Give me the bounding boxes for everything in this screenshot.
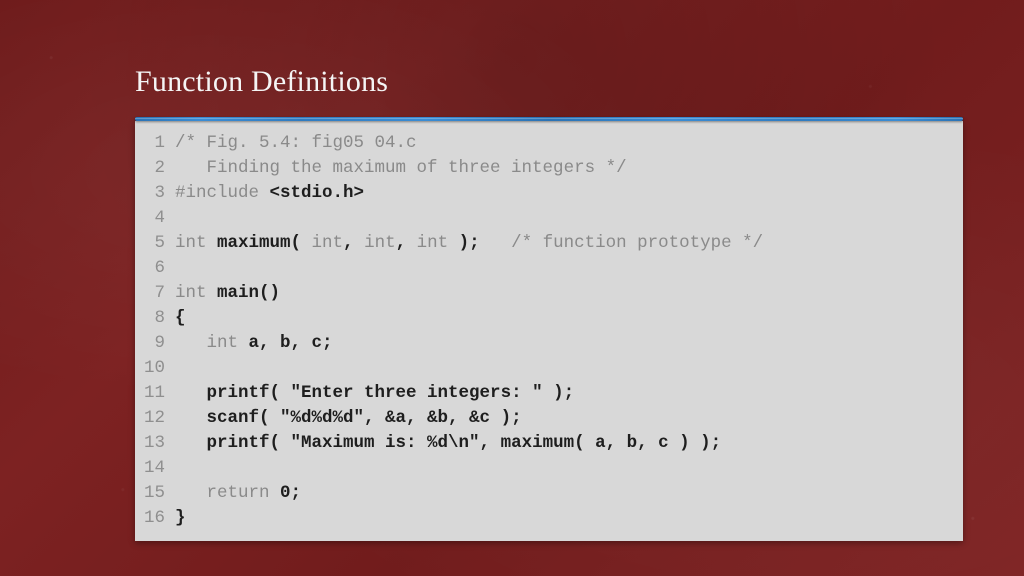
code-line: 13 printf( "Maximum is: %d\n", maximum( … [135, 431, 963, 456]
slide-title: Function Definitions [135, 65, 963, 99]
code-text: scanf( "%d%d%d", &a, &b, &c ); [175, 406, 963, 431]
code-line: 15 return 0; [135, 481, 963, 506]
code-text: } [175, 506, 963, 531]
code-text: #include <stdio.h> [175, 181, 963, 206]
code-text [175, 456, 963, 481]
line-number: 13 [135, 431, 175, 456]
code-text: return 0; [175, 481, 963, 506]
code-line: 1/* Fig. 5.4: fig05 04.c [135, 131, 963, 156]
code-line: 12 scanf( "%d%d%d", &a, &b, &c ); [135, 406, 963, 431]
line-number: 4 [135, 206, 175, 231]
code-line: 8{ [135, 306, 963, 331]
line-number: 3 [135, 181, 175, 206]
code-text: /* Fig. 5.4: fig05 04.c [175, 131, 963, 156]
code-text: int a, b, c; [175, 331, 963, 356]
code-text [175, 356, 963, 381]
line-number: 9 [135, 331, 175, 356]
code-text [175, 256, 963, 281]
code-text: int maximum( int, int, int ); /* functio… [175, 231, 963, 256]
line-number: 1 [135, 131, 175, 156]
code-text: printf( "Enter three integers: " ); [175, 381, 963, 406]
line-number: 11 [135, 381, 175, 406]
line-number: 8 [135, 306, 175, 331]
line-number: 6 [135, 256, 175, 281]
code-text: { [175, 306, 963, 331]
code-text: Finding the maximum of three integers */ [175, 156, 963, 181]
code-line: 6 [135, 256, 963, 281]
title-underline [135, 117, 963, 121]
code-block: 1/* Fig. 5.4: fig05 04.c2 Finding the ma… [135, 121, 963, 541]
slide: Function Definitions 1/* Fig. 5.4: fig05… [135, 65, 963, 541]
line-number: 5 [135, 231, 175, 256]
code-line: 16} [135, 506, 963, 531]
line-number: 15 [135, 481, 175, 506]
code-line: 14 [135, 456, 963, 481]
code-line: 11 printf( "Enter three integers: " ); [135, 381, 963, 406]
code-text: printf( "Maximum is: %d\n", maximum( a, … [175, 431, 963, 456]
code-line: 3#include <stdio.h> [135, 181, 963, 206]
line-number: 16 [135, 506, 175, 531]
code-line: 9 int a, b, c; [135, 331, 963, 356]
code-text [175, 206, 963, 231]
line-number: 2 [135, 156, 175, 181]
line-number: 10 [135, 356, 175, 381]
code-line: 5int maximum( int, int, int ); /* functi… [135, 231, 963, 256]
line-number: 7 [135, 281, 175, 306]
code-line: 4 [135, 206, 963, 231]
code-line: 10 [135, 356, 963, 381]
code-text: int main() [175, 281, 963, 306]
line-number: 14 [135, 456, 175, 481]
line-number: 12 [135, 406, 175, 431]
code-line: 2 Finding the maximum of three integers … [135, 156, 963, 181]
code-line: 7int main() [135, 281, 963, 306]
